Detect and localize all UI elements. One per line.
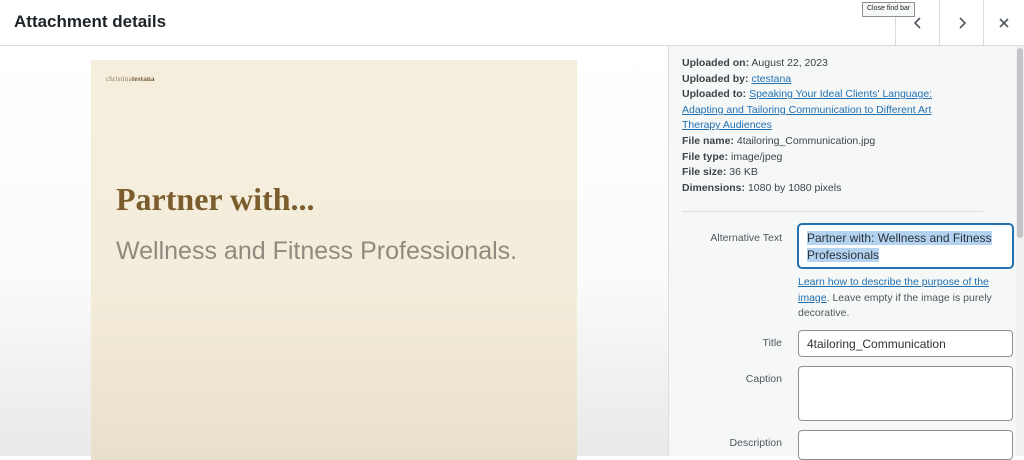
uploaded-to-row-2: Adapting and Tailoring Communication to … bbox=[682, 103, 982, 119]
alt-text-value: Partner with: Wellness and Fitness Profe… bbox=[807, 231, 992, 262]
file-name-value: 4tailoring_Communication.jpg bbox=[736, 134, 876, 147]
uploaded-on-label: Uploaded on: bbox=[682, 57, 750, 69]
uploaded-to-link-line2[interactable]: Adapting and Tailoring Communication to … bbox=[682, 104, 931, 116]
uploaded-to-row-3: Therapy Audiences bbox=[682, 118, 982, 134]
alt-help-link-2[interactable]: image bbox=[798, 292, 827, 304]
page-title: Attachment details bbox=[14, 12, 167, 31]
attachment-image: christinatestana Partner with... Wellnes… bbox=[91, 60, 577, 460]
uploaded-by-label: Uploaded by: bbox=[682, 72, 749, 85]
image-preview-area: christinatestana Partner with... Wellnes… bbox=[0, 46, 668, 460]
title-field[interactable]: 4tailoring_Communication bbox=[798, 330, 1013, 357]
file-name-label: File name: bbox=[682, 134, 734, 147]
file-type-value: image/jpeg bbox=[731, 150, 783, 163]
file-type-row: File type: image/jpeg bbox=[682, 150, 982, 166]
uploaded-to-label: Uploaded to: bbox=[682, 88, 747, 101]
uploaded-to-link-line1[interactable]: Speaking Your Ideal Clients' Language: bbox=[749, 88, 932, 100]
file-size-row: File size: 36 KB bbox=[682, 165, 982, 181]
description-label: Description bbox=[729, 437, 782, 449]
uploaded-to-row: Uploaded to: Speaking Your Ideal Clients… bbox=[682, 87, 982, 103]
divider bbox=[682, 211, 983, 212]
close-icon bbox=[999, 17, 1009, 28]
file-size-label: File size: bbox=[682, 166, 727, 179]
uploaded-to-link-line3[interactable]: Therapy Audiences bbox=[682, 119, 772, 131]
alt-help-text: . Leave empty if the image is purely dec… bbox=[798, 291, 992, 320]
title-label: Title bbox=[762, 337, 782, 349]
dimensions-row: Dimensions: 1080 by 1080 pixels bbox=[682, 181, 982, 197]
dimensions-label: Dimensions: bbox=[682, 181, 746, 194]
close-button[interactable] bbox=[983, 0, 1024, 45]
uploaded-on-value: August 22, 2023 bbox=[751, 57, 828, 69]
alt-help-link-1[interactable]: Learn how to describe the purpose of the bbox=[798, 276, 989, 288]
uploaded-by-row: Uploaded by: ctestana bbox=[682, 72, 982, 88]
image-headline: Partner with... bbox=[116, 181, 315, 217]
file-type-label: File type: bbox=[682, 150, 729, 163]
image-subheadline: Wellness and Fitness Professionals. bbox=[116, 237, 518, 265]
file-size-value: 36 KB bbox=[729, 166, 758, 179]
file-name-row: File name: 4tailoring_Communication.jpg bbox=[682, 134, 982, 150]
brand-light: christina bbox=[106, 75, 132, 83]
next-button[interactable] bbox=[939, 0, 983, 45]
file-info: Uploaded on: August 22, 2023 Uploaded by… bbox=[682, 56, 982, 196]
dimensions-value: 1080 by 1080 pixels bbox=[747, 181, 842, 194]
scrollbar-thumb[interactable] bbox=[1017, 48, 1023, 238]
uploaded-by-link[interactable]: ctestana bbox=[751, 73, 791, 85]
alt-text-label: Alternative Text bbox=[710, 232, 782, 244]
tooltip: Close find bar bbox=[862, 2, 916, 17]
alt-text-field[interactable]: Partner with: Wellness and Fitness Profe… bbox=[798, 224, 1013, 268]
brand-bold: testana bbox=[131, 75, 155, 83]
brand-logo: christinatestana bbox=[106, 75, 155, 83]
chevron-left-icon bbox=[913, 16, 921, 29]
caption-field[interactable] bbox=[798, 366, 1013, 421]
chevron-right-icon bbox=[958, 16, 966, 29]
uploaded-on-row: Uploaded on: August 22, 2023 bbox=[682, 56, 982, 72]
caption-label: Caption bbox=[745, 373, 782, 385]
alt-text-help: Learn how to describe the purpose of the… bbox=[798, 275, 1013, 322]
